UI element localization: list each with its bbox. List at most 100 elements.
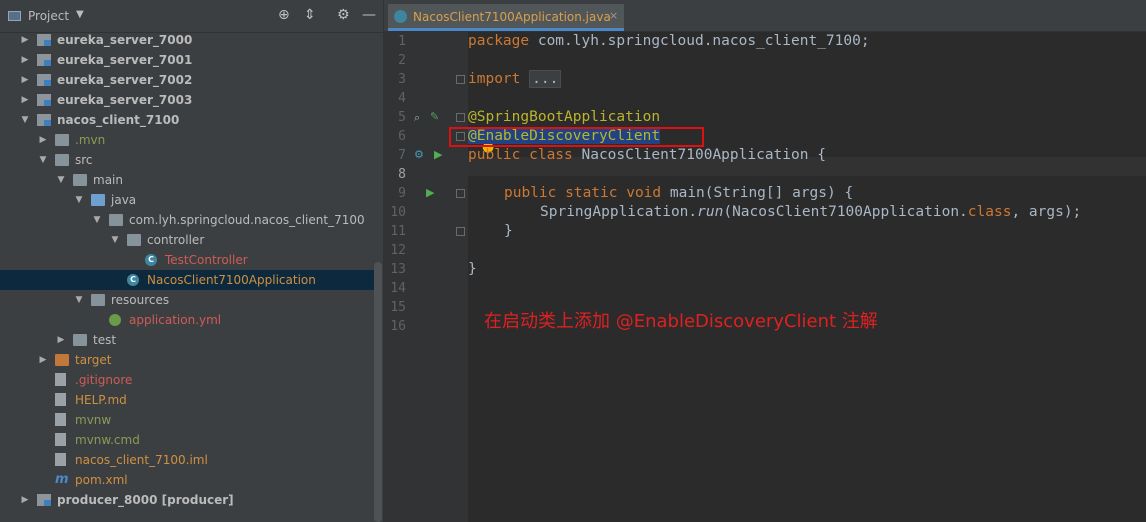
spring-config-icon — [109, 314, 121, 326]
tree-item[interactable]: C NacosClient7100Application — [0, 270, 374, 290]
spring-leaf-icon[interactable]: ✎ — [430, 110, 439, 123]
chevron-right-icon[interactable]: ▶ — [38, 130, 48, 150]
folder-icon — [73, 174, 87, 186]
tree-item[interactable]: application.yml — [0, 310, 374, 330]
chevron-right-icon[interactable]: ▶ — [20, 30, 30, 50]
line-number: 14 — [390, 281, 406, 296]
spring-boot-icon[interactable]: ⚙ — [414, 148, 424, 161]
editor-area: NacosClient7100Application.java × 123456… — [384, 0, 1146, 522]
line-number: 9 — [398, 186, 406, 201]
chevron-down-icon[interactable]: ▼ — [38, 150, 48, 170]
chevron-down-icon[interactable]: ▼ — [74, 190, 84, 210]
chevron-down-icon[interactable]: ▼ — [74, 290, 84, 310]
chevron-down-icon[interactable]: ▼ — [56, 170, 66, 190]
code-line-7: @SpringBootApplication — [468, 109, 661, 125]
tree-item[interactable]: .gitignore — [0, 370, 374, 390]
tree-item[interactable]: ▼ com.lyh.springcloud.nacos_client_7100 — [0, 210, 374, 230]
chevron-down-icon[interactable]: ▼ — [110, 230, 120, 250]
line-number: 7 — [398, 148, 406, 163]
tree-item[interactable]: ▶ producer_8000 [producer] — [0, 490, 374, 510]
tree-item[interactable]: ▶ eureka_server_7000 — [0, 30, 374, 50]
line-number: 4 — [398, 91, 406, 106]
file-icon — [55, 433, 66, 446]
tree-item[interactable]: ▶ target — [0, 350, 374, 370]
tree-item-label: test — [93, 333, 117, 347]
line-number: 10 — [390, 205, 406, 220]
tree-item-label: mvnw.cmd — [75, 433, 140, 447]
fold-import-icon[interactable] — [456, 75, 465, 84]
tree-item[interactable]: C TestController — [0, 250, 374, 270]
tree-item-label: main — [93, 173, 123, 187]
chevron-down-icon[interactable]: ▼ — [20, 110, 30, 130]
line-number: 6 — [398, 129, 406, 144]
java-class-icon — [394, 10, 407, 23]
code-line-9: public class NacosClient7100Application … — [468, 147, 826, 163]
tree-item-label: HELP.md — [75, 393, 127, 407]
tree-item-label: nacos_client_7100.iml — [75, 453, 208, 467]
close-icon[interactable]: × — [609, 9, 618, 22]
tree-item-label: mvnw — [75, 413, 112, 427]
tree-item[interactable]: mvnw.cmd — [0, 430, 374, 450]
chevron-right-icon[interactable]: ▶ — [20, 90, 30, 110]
fold-annotation-icon[interactable] — [456, 113, 465, 122]
chevron-right-icon[interactable]: ▶ — [56, 330, 66, 350]
tree-item-label: eureka_server_7001 — [57, 53, 193, 67]
tree-item[interactable]: ▶ .mvn — [0, 130, 374, 150]
spring-bean-icon[interactable]: ⌕ — [414, 111, 420, 125]
module-folder-icon — [37, 74, 51, 86]
tab-label: NacosClient7100Application.java — [413, 10, 611, 24]
run-main-icon[interactable]: ▶ — [426, 186, 434, 199]
tree-item[interactable]: ▶ test — [0, 330, 374, 350]
chevron-right-icon[interactable]: ▶ — [20, 70, 30, 90]
chevron-right-icon[interactable]: ▶ — [20, 50, 30, 70]
chevron-down-icon[interactable]: ▼ — [92, 210, 102, 230]
project-title[interactable]: Project — [28, 9, 69, 23]
tree-item-label: .gitignore — [75, 373, 133, 387]
collapse-all-icon[interactable]: ⇕ — [304, 6, 316, 24]
folder-icon — [127, 234, 141, 246]
tree-item[interactable]: mvnw — [0, 410, 374, 430]
maven-icon: m — [55, 472, 69, 487]
tree-item-label: NacosClient7100Application — [147, 273, 316, 287]
tree-item[interactable]: ▶ eureka_server_7001 — [0, 50, 374, 70]
line-number: 15 — [390, 300, 406, 315]
chevron-right-icon[interactable]: ▶ — [38, 350, 48, 370]
tree-item[interactable]: ▶ eureka_server_7002 — [0, 70, 374, 90]
tree-item[interactable]: ▼ src — [0, 150, 374, 170]
tree-item[interactable]: HELP.md — [0, 390, 374, 410]
tree-item[interactable]: ▼ resources — [0, 290, 374, 310]
tree-item-label: controller — [147, 233, 205, 247]
tree-item-label: nacos_client_7100 — [57, 113, 180, 127]
tree-item[interactable]: ▼ nacos_client_7100 — [0, 110, 374, 130]
code-line-3: import ... — [468, 70, 562, 89]
project-dropdown-icon[interactable]: ▼ — [76, 9, 84, 20]
fold-method-end-icon[interactable] — [456, 227, 465, 236]
tree-item-label: eureka_server_7000 — [57, 33, 193, 47]
fold-method-icon[interactable] — [456, 189, 465, 198]
line-number: 1 — [398, 34, 406, 49]
locate-icon[interactable]: ⊕ — [278, 6, 290, 24]
tree-item-label: com.lyh.springcloud.nacos_client_7100 — [129, 213, 365, 227]
code-area[interactable]: package com.lyh.springcloud.nacos_client… — [468, 31, 1146, 522]
hide-panel-icon[interactable]: — — [362, 6, 376, 24]
line-number: 16 — [390, 319, 406, 334]
project-scrollbar[interactable] — [374, 262, 382, 522]
tree-item[interactable]: nacos_client_7100.iml — [0, 450, 374, 470]
gear-icon[interactable]: ⚙ — [337, 6, 350, 24]
tree-item-label: target — [75, 353, 112, 367]
tree-item[interactable]: ▼ java — [0, 190, 374, 210]
tree-item[interactable]: m pom.xml — [0, 470, 374, 490]
import-fold-placeholder[interactable]: ... — [529, 70, 562, 88]
tree-item[interactable]: ▶ eureka_server_7003 — [0, 90, 374, 110]
code-line-15: } — [468, 261, 477, 277]
tab-nacos-client-application[interactable]: NacosClient7100Application.java × — [388, 4, 624, 31]
line-number: 12 — [390, 243, 406, 258]
tree-item[interactable]: ▼ main — [0, 170, 374, 190]
chevron-right-icon[interactable]: ▶ — [20, 490, 30, 510]
run-class-icon[interactable]: ▶ — [434, 148, 442, 161]
code-line-11: public static void main(String[] args) { — [504, 185, 854, 201]
tree-item[interactable]: ▼ controller — [0, 230, 374, 250]
java-class-icon: C — [145, 254, 157, 266]
project-panel: ▶eureka_openfeign_client_consumer_9001▶e… — [0, 0, 384, 522]
module-folder-icon — [37, 54, 51, 66]
